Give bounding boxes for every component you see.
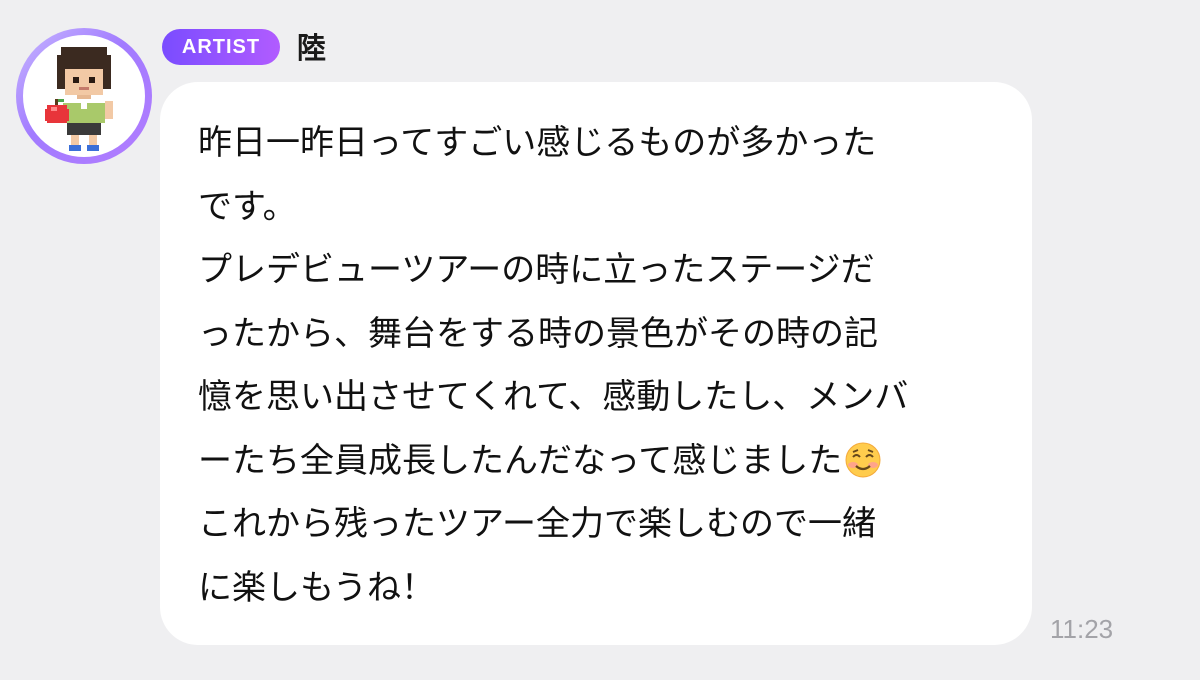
avatar-ring[interactable] [16, 28, 152, 164]
message-line: に楽しもうね！ [198, 567, 435, 608]
avatar[interactable] [23, 35, 145, 157]
message-bubble[interactable]: 昨日一昨日ってすごい感じるものが多かった です。 プレデビューツアーの時に立った… [160, 82, 1032, 645]
message-text: 昨日一昨日ってすごい感じるものが多かった です。 プレデビューツアーの時に立った… [198, 112, 1018, 620]
pixel-boy-icon [45, 47, 113, 151]
message-line: ーたち全員成長したんだなって感じました [198, 440, 843, 481]
message-line: 憶を思い出させてくれて、感動したし、メンバ [198, 377, 909, 417]
sender-name[interactable]: 陸 [297, 30, 326, 66]
message-line: プレデビューツアーの時に立ったステージだ [198, 250, 875, 290]
message-line: です。 [198, 186, 297, 227]
message-line: これから残ったツアー全力で楽しむので一緒 [198, 504, 876, 544]
smiling-face-emoji-icon [845, 442, 881, 477]
message-line: ったから、舞台をする時の景色がその時の記 [198, 313, 878, 354]
artist-badge: ARTIST [162, 29, 280, 65]
message-line: 昨日一昨日ってすごい感じるものが多かった [198, 123, 877, 163]
chat-screen: ARTIST 陸 昨日一昨日ってすごい感じるものが多かった です。 プレデビュー… [0, 0, 1200, 680]
message-timestamp: 11:23 [1050, 614, 1114, 644]
